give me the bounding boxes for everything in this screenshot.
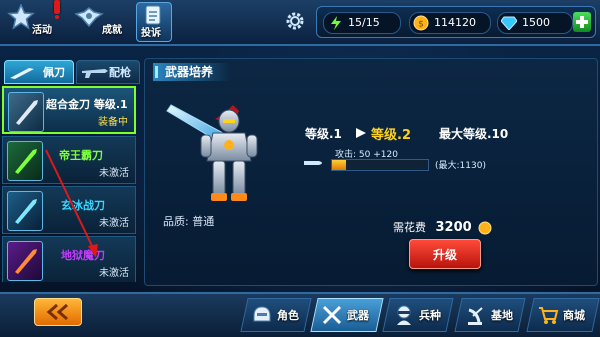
achievement-label: 成就 bbox=[102, 25, 122, 36]
upgrade-button[interactable]: 升级 bbox=[409, 239, 481, 269]
weapon-name: 超合金刀 等级.1 bbox=[46, 98, 128, 111]
coin-icon: $ bbox=[413, 15, 429, 31]
weapon-status: 装备中 bbox=[98, 117, 128, 128]
sword-icon bbox=[15, 249, 37, 274]
lightning-icon bbox=[331, 16, 341, 30]
character-figure bbox=[166, 104, 258, 201]
helmet-icon bbox=[253, 306, 271, 322]
weapon-thumbnail bbox=[7, 191, 43, 231]
complaint-button[interactable]: 投诉 bbox=[136, 2, 172, 42]
weapon-status: 未激活 bbox=[99, 268, 129, 279]
gun-icon bbox=[82, 69, 108, 78]
upgrade-label: 升级 bbox=[432, 247, 457, 262]
nav-tab-role[interactable]: 角色 bbox=[240, 298, 312, 332]
back-button[interactable] bbox=[34, 298, 82, 326]
nav-tab-troops[interactable]: 兵种 bbox=[382, 298, 454, 332]
weapon-item[interactable]: 超合金刀 等级.1 装备中 bbox=[2, 86, 136, 134]
diamond-display: 1500 bbox=[497, 12, 573, 34]
weapon-upgrade-panel: 武器培养 等级.1 等级.2 最大等级.10 攻击: 50 +120 (最大:1… bbox=[144, 58, 598, 286]
cost-label: 需花费 bbox=[393, 221, 426, 234]
crossed-swords-icon bbox=[322, 305, 342, 325]
tab-saber-label: 佩刀 bbox=[43, 66, 65, 79]
attack-max: (最大:1130) bbox=[435, 161, 486, 171]
stamina-display: 15/15 bbox=[323, 12, 401, 34]
sword-icon bbox=[16, 100, 38, 125]
add-currency-button[interactable] bbox=[573, 12, 591, 32]
gold-value: 114120 bbox=[434, 16, 476, 29]
nav-tab-weapon[interactable]: 武器 bbox=[310, 298, 384, 332]
complaint-label: 投诉 bbox=[141, 28, 161, 39]
wing-badge-icon bbox=[74, 7, 104, 28]
bullet-icon bbox=[304, 161, 322, 165]
tab-saber[interactable]: 佩刀 bbox=[4, 60, 74, 84]
nav-weapon-label: 武器 bbox=[347, 309, 369, 322]
weapon-thumbnail bbox=[7, 241, 43, 281]
star-icon bbox=[7, 4, 35, 30]
svg-text:$: $ bbox=[418, 20, 424, 30]
tab-sidearm-label: 配枪 bbox=[109, 66, 131, 79]
weapon-thumbnail bbox=[8, 92, 44, 132]
clipboard-icon bbox=[145, 5, 161, 25]
blade-icon bbox=[10, 68, 34, 79]
tab-sidearm[interactable]: 配枪 bbox=[76, 60, 140, 84]
coin-icon bbox=[478, 221, 492, 235]
next-level: 等级.2 bbox=[371, 128, 411, 143]
max-level: 最大等级.10 bbox=[439, 127, 509, 141]
diamond-icon bbox=[501, 16, 517, 30]
top-bar: 活动 成就 投诉 15/15 $ 114120 1500 bbox=[0, 0, 600, 46]
resource-panel: 15/15 $ 114120 1500 bbox=[316, 6, 596, 38]
diamond-value: 1500 bbox=[522, 16, 550, 29]
current-level: 等级.1 bbox=[305, 127, 342, 141]
bottom-nav: 角色 武器 兵种 基地 商城 bbox=[0, 292, 600, 337]
gold-display: $ 114120 bbox=[409, 12, 491, 34]
soldier-icon bbox=[397, 305, 411, 325]
attack-bar bbox=[331, 159, 429, 171]
notification-badge bbox=[54, 0, 60, 19]
panel-title: 武器培养 bbox=[153, 63, 232, 81]
satellite-icon bbox=[468, 307, 483, 325]
gear-icon[interactable] bbox=[284, 10, 306, 32]
weapon-thumbnail bbox=[7, 141, 43, 181]
nav-tab-shop[interactable]: 商城 bbox=[526, 298, 600, 332]
nav-tab-base[interactable]: 基地 bbox=[454, 298, 526, 332]
sword-icon bbox=[15, 199, 37, 224]
arrow-right-icon bbox=[356, 128, 366, 138]
nav-troops-label: 兵种 bbox=[419, 309, 441, 322]
cart-icon bbox=[539, 307, 559, 324]
double-chevron-left-icon bbox=[46, 304, 68, 320]
quality-text: 品质: 普通 bbox=[163, 215, 215, 228]
sword-icon bbox=[15, 149, 37, 174]
nav-shop-label: 商城 bbox=[563, 309, 585, 322]
cost-row: 需花费 3200 bbox=[393, 219, 492, 235]
nav-base-label: 基地 bbox=[491, 309, 513, 322]
stamina-value: 15/15 bbox=[348, 16, 380, 29]
annotation-arrow bbox=[45, 149, 98, 258]
nav-role-label: 角色 bbox=[277, 309, 299, 322]
cost-value: 3200 bbox=[435, 220, 472, 235]
achievement-button[interactable]: 成就 bbox=[74, 2, 130, 42]
attack-bar-fill bbox=[332, 160, 347, 170]
plus-icon bbox=[576, 16, 588, 28]
